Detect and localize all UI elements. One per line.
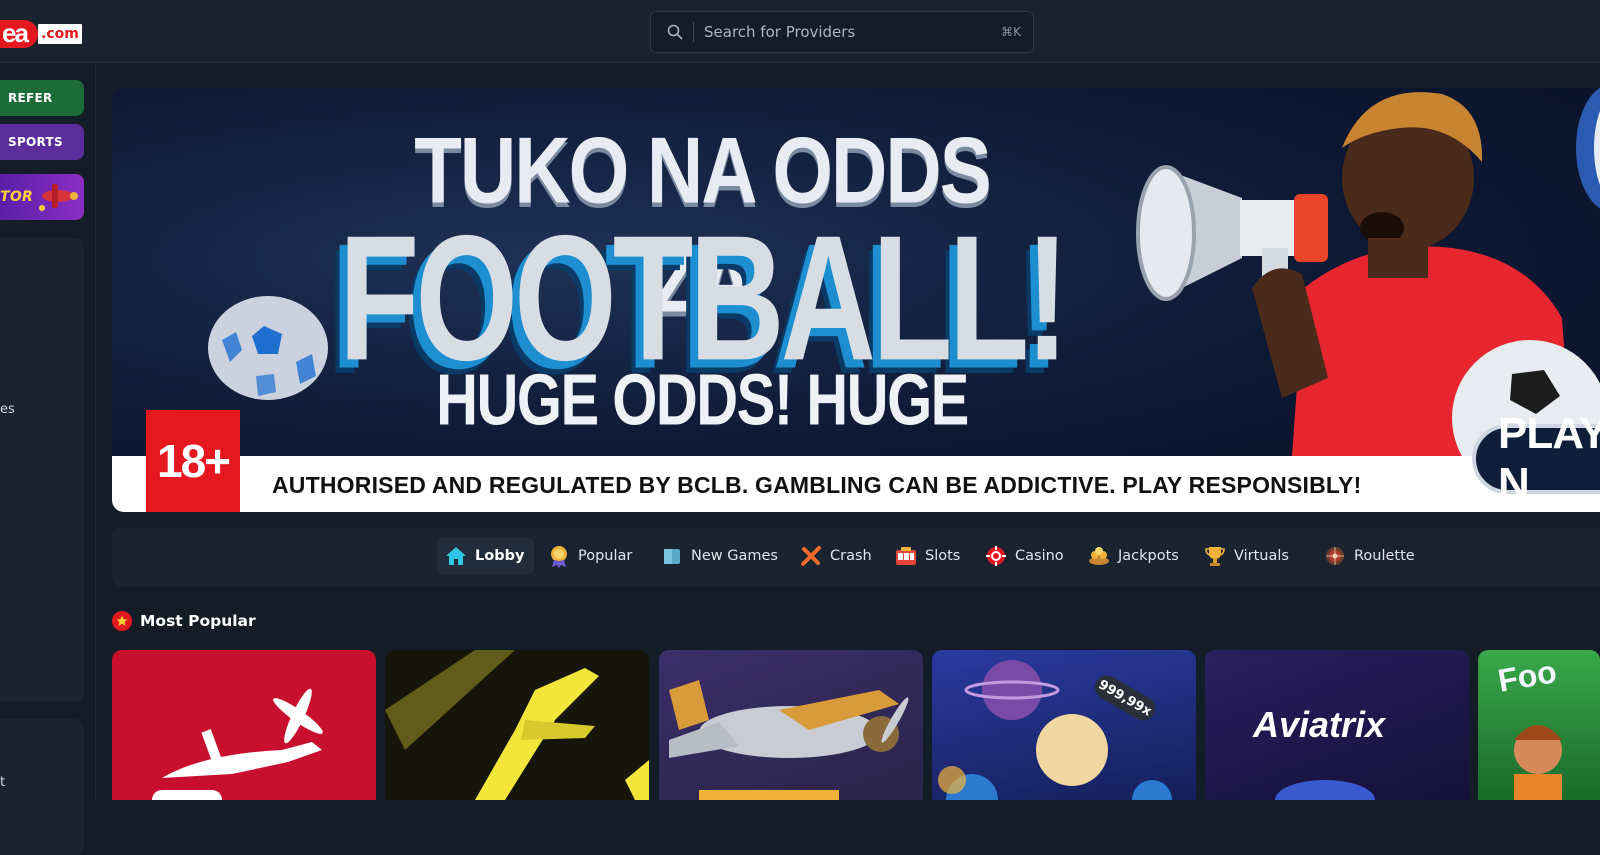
search-icon [657, 24, 693, 40]
sports-button[interactable]: SPORTS [0, 124, 84, 160]
tab-lobby[interactable]: Lobby [437, 538, 535, 574]
tab-label: Crash [830, 548, 872, 564]
tab-label: Slots [925, 548, 961, 564]
sidebar: REFER SPORTS TOR es t [0, 64, 96, 855]
top-bar: ea .com ⌘K [0, 0, 1600, 63]
trophy-icon [1204, 545, 1226, 567]
tab-popular[interactable]: Popular [540, 538, 642, 574]
tab-new-games[interactable]: New Games [653, 538, 788, 574]
home-icon [445, 545, 467, 567]
plane-icon [152, 688, 323, 800]
plane-icon [1275, 780, 1375, 800]
section-title-label: Most Popular [140, 612, 256, 630]
sidebar-panel: es [0, 238, 84, 702]
logo-text: ea [2, 18, 29, 48]
player-icon [1514, 725, 1562, 800]
tab-label: New Games [691, 548, 778, 564]
aviator-label: TOR [0, 189, 34, 205]
tab-label: Popular [578, 548, 633, 564]
age-restriction-badge: 18+ [146, 410, 240, 512]
game-tile-jet[interactable] [385, 650, 649, 800]
tab-crash[interactable]: Crash [792, 538, 882, 574]
tab-slots[interactable]: Slots [887, 538, 970, 574]
tab-jackpots[interactable]: Jackpots [1080, 538, 1189, 574]
planet-icon [938, 660, 1172, 800]
star-icon [112, 611, 132, 631]
game-tile-space[interactable]: 999,99x [932, 650, 1196, 800]
search-input[interactable] [704, 23, 1002, 41]
site-logo[interactable]: ea .com [0, 18, 84, 48]
tab-virtuals[interactable]: Virtuals [1196, 538, 1299, 574]
tab-label: Virtuals [1234, 548, 1289, 564]
sidebar-item-label[interactable]: es [0, 402, 15, 417]
game-tile-aviatrix[interactable]: Aviatrix [1205, 650, 1469, 800]
logo-suffix: .com [36, 22, 84, 46]
game-tile-aviator[interactable] [112, 650, 376, 800]
tab-label: Casino [1015, 548, 1064, 564]
plane-icon [39, 184, 78, 211]
sidebar-item-label-lower[interactable]: t [0, 775, 5, 790]
tab-roulette[interactable]: Roulette [1316, 538, 1425, 574]
logo-mark: ea [0, 18, 38, 48]
sidebar-panel-lower: t [0, 719, 84, 855]
plane-icon [669, 680, 909, 800]
tab-casino[interactable]: Casino [977, 538, 1074, 574]
slot-machine-icon [895, 545, 917, 567]
game-tile-football[interactable]: Foo [1478, 650, 1600, 800]
tab-label: Roulette [1354, 548, 1415, 564]
aviator-button[interactable]: TOR [0, 174, 84, 220]
new-box-icon [661, 545, 683, 567]
category-bar: Lobby Popular New Games Crash Slots Casi… [112, 528, 1600, 586]
game-tile-plane[interactable] [659, 650, 923, 800]
promo-banner[interactable]: TUKO NA ODDS ZA FOOTBALL! HUGE ODDS! HUG… [112, 88, 1600, 512]
search-divider [693, 22, 694, 42]
play-now-button[interactable]: PLAY N [1472, 409, 1600, 508]
provider-search[interactable]: ⌘K [650, 11, 1034, 53]
tab-label: Lobby [475, 548, 525, 564]
medal-icon [548, 545, 570, 568]
refer-button[interactable]: REFER [0, 80, 84, 116]
responsible-gambling-text: AUTHORISED AND REGULATED BY BCLB. GAMBLI… [272, 472, 1362, 498]
crash-icon [800, 545, 822, 567]
jet-icon [385, 650, 649, 800]
megaphone-person-image [1136, 88, 1600, 456]
tab-label: Jackpots [1118, 548, 1179, 564]
jackpot-icon [1088, 545, 1110, 567]
roulette-icon [1324, 545, 1346, 567]
search-shortcut: ⌘K [1001, 25, 1021, 39]
section-title: Most Popular [112, 611, 256, 631]
casino-chip-icon [985, 545, 1007, 567]
